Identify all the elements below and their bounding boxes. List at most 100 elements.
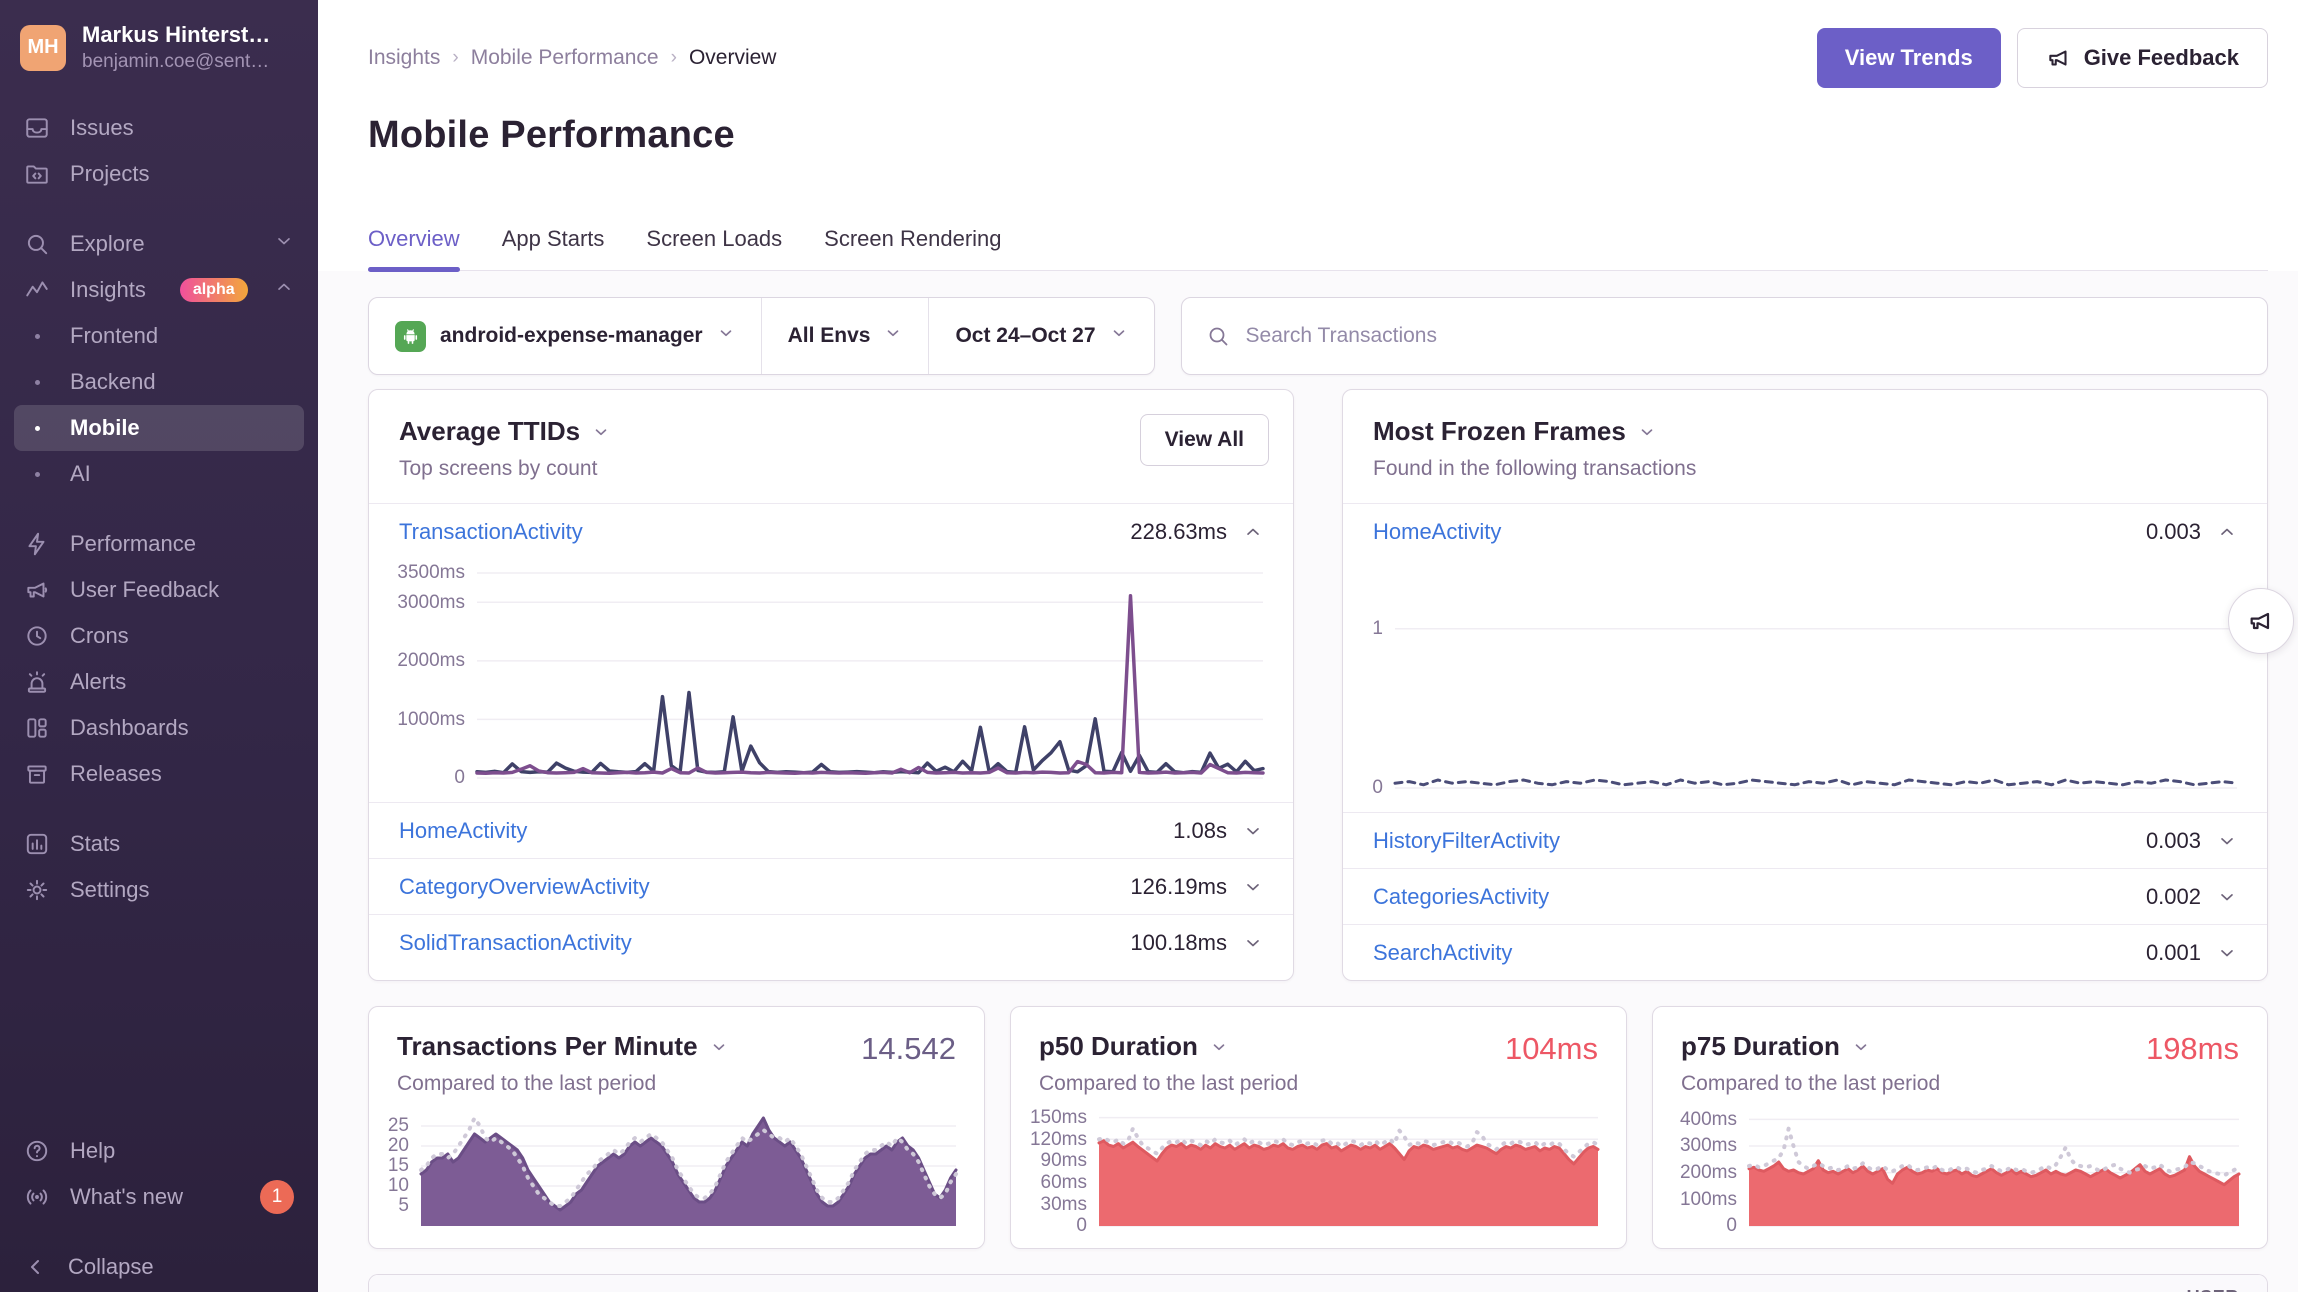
sidebar-item-issues[interactable]: Issues (0, 105, 318, 151)
sidebar-item-releases[interactable]: Releases (0, 751, 318, 797)
ttid-row-categoryoverviewactivity: CategoryOverviewActivity 126.19ms (369, 858, 1293, 914)
chevron-down-icon[interactable] (1243, 821, 1263, 841)
panel-subtitle: Compared to the last period (397, 1072, 956, 1096)
nav-gap (0, 497, 318, 521)
tab-screen-rendering[interactable]: Screen Rendering (824, 226, 1001, 270)
clock-icon (24, 623, 50, 649)
frozen-chart-block: 10 (1343, 559, 2267, 812)
chevron-up-icon[interactable] (1243, 522, 1263, 542)
column-header-user-misery[interactable]: User Misery (2110, 1287, 2267, 1292)
transaction-link[interactable]: TransactionActivity (399, 519, 583, 545)
chevron-down-icon[interactable] (2217, 943, 2237, 963)
row-value: 126.19ms (1130, 874, 1227, 900)
sidebar-item-ai[interactable]: AI (0, 451, 318, 497)
sidebar-item-settings[interactable]: Settings (0, 867, 318, 913)
chevron-left-icon (24, 1255, 48, 1279)
sidebar-item-frontend[interactable]: Frontend (0, 313, 318, 359)
frozen-row-searchactivity: SearchActivity 0.001 (1343, 924, 2267, 980)
chevron-down-icon[interactable] (2217, 831, 2237, 851)
ttid-row-transactionactivity: TransactionActivity 228.63ms (369, 503, 1293, 559)
lightning-icon (24, 531, 50, 557)
search-transactions-input[interactable] (1244, 323, 2243, 349)
breadcrumb-insights[interactable]: Insights (368, 46, 440, 70)
sidebar-item-alerts[interactable]: Alerts (0, 659, 318, 705)
give-feedback-label: Give Feedback (2084, 45, 2239, 71)
main-content: Insights › Mobile Performance › Overview… (318, 0, 2298, 1292)
sidebar-item-projects[interactable]: Projects (0, 151, 318, 197)
panel-title: p50 Duration (1039, 1031, 1198, 1062)
user-menu[interactable]: MH Markus Hinterst… benjamin.coe@sent… (0, 0, 318, 91)
tab-screen-loads[interactable]: Screen Loads (646, 226, 782, 270)
sidebar-item-whats-new[interactable]: What's new 1 (0, 1174, 318, 1220)
sidebar-item-mobile[interactable]: Mobile (14, 405, 304, 451)
filter-bar: android-expense-manager All Envs Oct 24–… (368, 297, 2268, 375)
chevron-down-icon (710, 1038, 728, 1056)
user-email: benjamin.coe@sent… (82, 51, 270, 73)
sidebar-item-insights[interactable]: Insights alpha (0, 267, 318, 313)
p50-head: p50 Duration Compared to the last period… (1011, 1007, 1626, 1096)
floating-feedback-button[interactable] (2228, 588, 2294, 654)
date-range-value: Oct 24–Oct 27 (955, 324, 1095, 348)
help-icon (24, 1138, 50, 1164)
sidebar-collapse-button[interactable]: Collapse (0, 1242, 318, 1292)
transaction-link[interactable]: SearchActivity (1373, 940, 1512, 966)
breadcrumb-mobile-performance[interactable]: Mobile Performance (471, 46, 659, 70)
sidebar-item-performance[interactable]: Performance (0, 521, 318, 567)
sidebar-item-explore[interactable]: Explore (0, 221, 318, 267)
tab-overview[interactable]: Overview (368, 226, 460, 270)
ttid-line-chart (477, 573, 1263, 778)
sidebar-item-user-feedback[interactable]: User Feedback (0, 567, 318, 613)
project-filter[interactable]: android-expense-manager (369, 298, 761, 374)
sidebar-item-label: User Feedback (70, 577, 219, 603)
transaction-link[interactable]: HistoryFilterActivity (1373, 828, 1560, 854)
view-all-button[interactable]: View All (1140, 414, 1269, 466)
transaction-link[interactable]: SolidTransactionActivity (399, 930, 632, 956)
top-panels: Average TTIDs Top screens by count View … (368, 389, 2268, 981)
most-frozen-frames-head: Most Frozen Frames Found in the followin… (1343, 390, 2267, 503)
project-filter-value: android-expense-manager (440, 324, 703, 348)
panel-title: Most Frozen Frames (1373, 416, 1626, 447)
p50-value: 104ms (1505, 1031, 1598, 1067)
bullet-icon (24, 426, 50, 431)
transaction-link[interactable]: HomeActivity (399, 818, 527, 844)
sidebar-item-crons[interactable]: Crons (0, 613, 318, 659)
sidebar-item-label: Issues (70, 115, 134, 141)
sidebar-item-dashboards[interactable]: Dashboards (0, 705, 318, 751)
search-transactions-box (1181, 297, 2268, 375)
chevron-down-icon (274, 231, 294, 257)
tab-app-starts[interactable]: App Starts (502, 226, 605, 270)
average-ttids-title-dropdown[interactable]: Average TTIDs (399, 416, 1263, 447)
bullet-icon (24, 472, 50, 477)
average-ttids-panel: Average TTIDs Top screens by count View … (368, 389, 1294, 981)
date-range-filter[interactable]: Oct 24–Oct 27 (928, 298, 1153, 374)
sidebar: MH Markus Hinterst… benjamin.coe@sent… I… (0, 0, 318, 1292)
sidebar-item-label: What's new (70, 1184, 183, 1210)
sidebar-item-stats[interactable]: Stats (0, 821, 318, 867)
sidebar-item-help[interactable]: Help (0, 1128, 318, 1174)
chevron-down-icon[interactable] (1243, 877, 1263, 897)
dashboards-icon (24, 715, 50, 741)
frozen-row-categoriesactivity: CategoriesActivity 0.002 (1343, 868, 2267, 924)
row-value: 228.63ms (1130, 519, 1227, 545)
chevron-down-icon[interactable] (2217, 887, 2237, 907)
environment-filter-value: All Envs (788, 324, 871, 348)
transaction-link[interactable]: CategoryOverviewActivity (399, 874, 650, 900)
p50-duration-panel: p50 Duration Compared to the last period… (1010, 1006, 1627, 1249)
sidebar-item-label: Help (70, 1138, 115, 1164)
sidebar-item-label: Stats (70, 831, 120, 857)
app-root: MH Markus Hinterst… benjamin.coe@sent… I… (0, 0, 2298, 1292)
environment-filter[interactable]: All Envs (761, 298, 929, 374)
view-trends-button[interactable]: View Trends (1817, 28, 2001, 88)
chevron-up-icon[interactable] (2217, 522, 2237, 542)
chevron-down-icon (1852, 1038, 1870, 1056)
sidebar-item-backend[interactable]: Backend (0, 359, 318, 405)
gear-icon (24, 877, 50, 903)
transaction-link[interactable]: CategoriesActivity (1373, 884, 1549, 910)
most-frozen-frames-title-dropdown[interactable]: Most Frozen Frames (1373, 416, 2237, 447)
row-value: 1.08s (1173, 818, 1227, 844)
give-feedback-button[interactable]: Give Feedback (2017, 28, 2268, 88)
panel-subtitle: Compared to the last period (1681, 1072, 2239, 1096)
transaction-link[interactable]: HomeActivity (1373, 519, 1501, 545)
transactions-table: Transaction Operation Project TPM Slow F… (368, 1274, 2268, 1292)
chevron-down-icon[interactable] (1243, 933, 1263, 953)
